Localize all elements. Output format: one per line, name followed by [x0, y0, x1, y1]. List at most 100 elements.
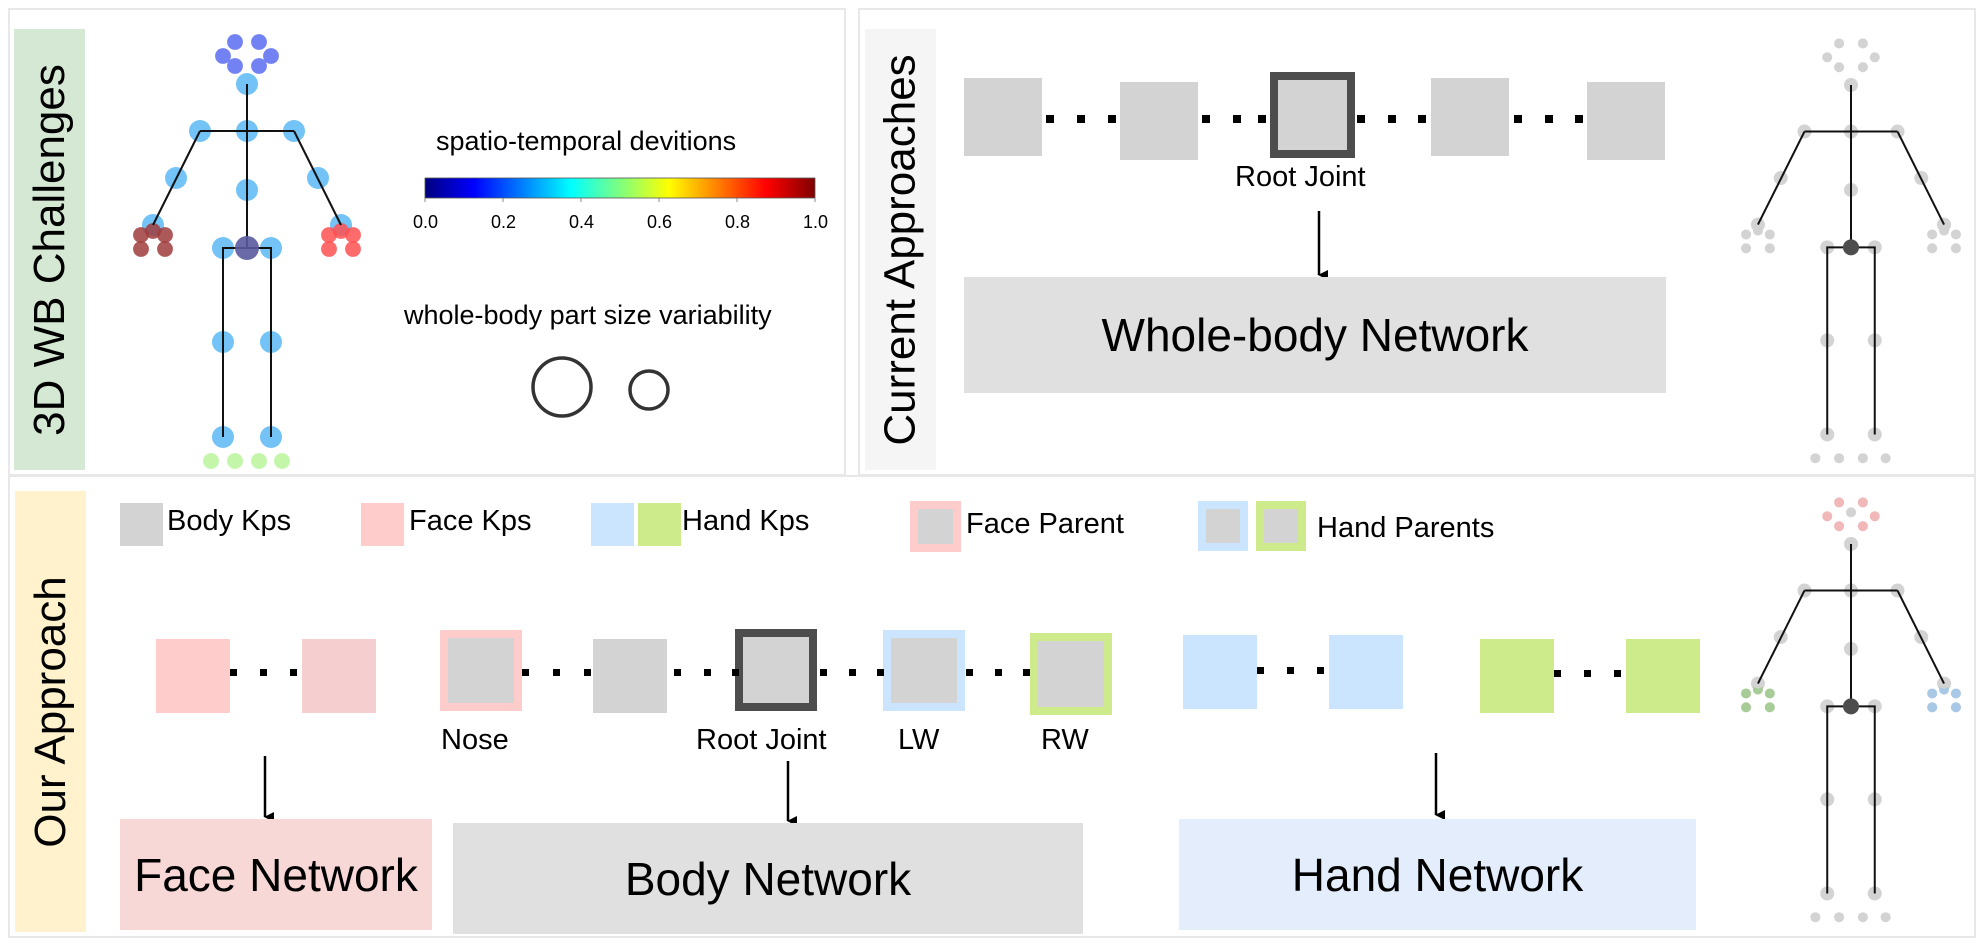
left-hand-keypoint — [1741, 243, 1752, 254]
bone — [1757, 590, 1806, 685]
left-hand-keypoint — [133, 241, 149, 257]
foot-keypoint — [1880, 453, 1891, 464]
root-joint-token — [735, 629, 817, 711]
right-hand-keypoint — [345, 241, 361, 257]
face-keypoint — [1857, 62, 1868, 73]
foot-keypoint — [1810, 912, 1821, 923]
right-hand-keypoint — [1950, 702, 1961, 713]
foot-keypoint — [1810, 453, 1821, 464]
left-hand-keypoint — [145, 223, 161, 239]
face-network-label: Face Network — [134, 848, 418, 901]
rw-label: RW — [1041, 724, 1089, 756]
foot-keypoint — [227, 453, 243, 469]
foot-keypoint — [274, 453, 290, 469]
face-keypoint — [1869, 511, 1880, 522]
foot-keypoint — [251, 453, 267, 469]
legend-body-kps: Body Kps — [167, 505, 292, 537]
legend-hand-kps: Hand Kps — [682, 505, 810, 537]
body-token — [964, 78, 1042, 156]
face-keypoint — [1857, 521, 1868, 532]
hand-kps-swatch-right — [638, 503, 681, 546]
right-hand-token — [1626, 639, 1700, 713]
size-variability-title: whole-body part size variability — [404, 300, 772, 330]
right-hand-keypoint — [1927, 243, 1938, 254]
our-skeleton — [1741, 497, 1961, 923]
legend-face-kps: Face Kps — [409, 505, 532, 537]
left-hand-keypoint — [1764, 229, 1775, 240]
bone — [1757, 131, 1806, 226]
whole-body-network: Whole-body Network — [964, 277, 1666, 393]
left-hand-token — [1329, 635, 1403, 709]
bone — [293, 130, 342, 226]
left-hand-keypoint — [157, 241, 173, 257]
face-keypoint — [251, 58, 267, 74]
colorbar-tick-label: 0.8 — [725, 212, 751, 232]
foot-keypoint — [1857, 912, 1868, 923]
left-hand-keypoint — [1741, 229, 1752, 240]
left-hand-keypoint — [1764, 243, 1775, 254]
face-keypoint — [1834, 62, 1845, 73]
bone — [1896, 131, 1945, 226]
right-hand-keypoint — [1927, 702, 1938, 713]
right-hand-keypoint — [1927, 688, 1938, 699]
face-keypoint — [227, 34, 243, 50]
face-keypoint — [1857, 38, 1868, 49]
legend-hand-parents: Hand Parents — [1317, 512, 1495, 544]
lw-label: LW — [898, 724, 940, 756]
colorbar-tick-label: 0.6 — [647, 212, 673, 232]
left-hand-keypoint — [1764, 702, 1775, 713]
colorbar-tick-label: 1.0 — [803, 212, 829, 232]
left-hand-keypoint — [1764, 688, 1775, 699]
diagram-graphics — [120, 34, 1961, 923]
whole-body-network-label: Whole-body Network — [1101, 309, 1529, 361]
small-size-circle — [628, 369, 670, 411]
face-keypoint — [251, 34, 267, 50]
nose-keypoint — [1845, 507, 1857, 518]
bone — [152, 130, 201, 226]
left-hand-keypoint — [1741, 688, 1752, 699]
foot-keypoint — [1857, 453, 1868, 464]
hand-network: Hand Network — [1179, 819, 1696, 930]
colorbar-ticks — [424, 198, 816, 202]
colorbar-tick-label: 0.2 — [491, 212, 517, 232]
face-keypoint — [1834, 497, 1845, 508]
right-hand-keypoint — [1950, 688, 1961, 699]
face-network: Face Network — [120, 819, 432, 930]
right-hand-keypoint — [1950, 229, 1961, 240]
current-skeleton — [1741, 38, 1961, 464]
right-wrist-parent — [1939, 678, 1950, 689]
colorbar-tick-label: 0.4 — [569, 212, 595, 232]
root-joint — [1843, 239, 1859, 256]
face-token — [302, 639, 376, 713]
face-keypoint — [1822, 511, 1833, 522]
root-joint-token — [1270, 72, 1355, 158]
face-keypoint — [1869, 52, 1880, 63]
face-keypoint — [227, 58, 243, 74]
colorbar — [424, 177, 816, 199]
body-token — [1587, 82, 1665, 160]
left-hand-keypoint — [1752, 225, 1763, 236]
right-hand-keypoint — [1939, 225, 1950, 236]
body-token — [1431, 78, 1509, 156]
foot-keypoint — [1880, 912, 1891, 923]
leg-bones — [1826, 705, 1876, 894]
large-size-circle — [531, 356, 593, 418]
nose-label: Nose — [441, 724, 509, 756]
root-joint — [1843, 698, 1859, 715]
root-joint-label: Root Joint — [696, 724, 827, 756]
colorbar-title: spatio-temporal devitions — [436, 126, 737, 156]
right-hand-keypoint — [1950, 243, 1961, 254]
right-hand-keypoint — [333, 223, 349, 239]
left-wrist-parent — [1752, 678, 1763, 689]
right-hand-keypoint — [1927, 229, 1938, 240]
foot-keypoint — [203, 453, 219, 469]
face-token — [156, 639, 230, 713]
right-hand-keypoint — [321, 241, 337, 257]
leg-bones — [1826, 246, 1876, 435]
root-joint — [235, 236, 259, 260]
foot-keypoint — [1834, 912, 1845, 923]
bone — [1896, 590, 1945, 685]
right-hand-token — [1480, 639, 1554, 713]
body-network-label: Body Network — [624, 852, 912, 905]
legend-face-parent: Face Parent — [966, 508, 1124, 540]
